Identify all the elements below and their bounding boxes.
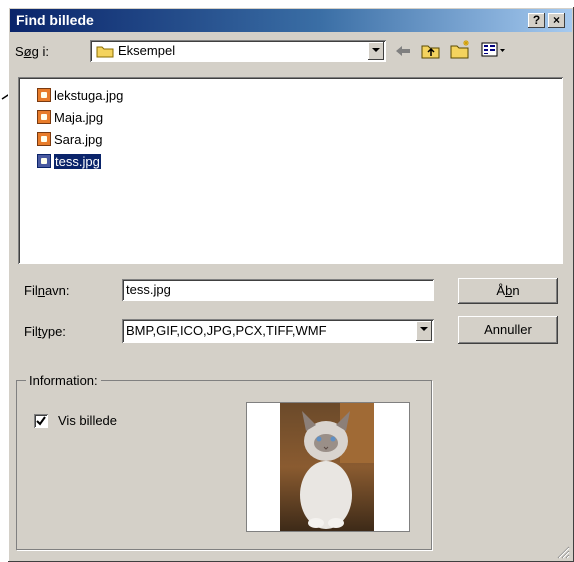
checkbox-check-icon xyxy=(36,416,46,426)
close-button[interactable]: × xyxy=(548,13,565,28)
filename-value: tess.jpg xyxy=(126,282,171,297)
filetype-dropdown-arrow[interactable] xyxy=(416,321,432,341)
folder-icon xyxy=(96,46,114,58)
file-name: tess.jpg xyxy=(53,152,102,170)
help-button[interactable]: ? xyxy=(528,13,545,28)
filetype-dropdown[interactable]: BMP,GIF,ICO,JPG,PCX,TIFF,WMF xyxy=(122,319,434,343)
file-list-item[interactable]: lekstuga.jpg xyxy=(37,85,123,105)
view-menu-icon[interactable] xyxy=(481,42,507,58)
open-button[interactable]: Åbn xyxy=(458,278,558,304)
file-list-item[interactable]: tess.jpg xyxy=(37,151,102,171)
new-folder-icon[interactable] xyxy=(450,39,472,59)
find-image-dialog: Find billede ? × Søg i: Eksempel lekstug… xyxy=(8,7,574,562)
resize-grip-icon[interactable] xyxy=(556,545,570,559)
look-in-value: Eksempel xyxy=(118,43,176,58)
file-image-icon xyxy=(37,88,51,102)
file-name: lekstuga.jpg xyxy=(54,87,124,103)
filename-input[interactable]: tess.jpg xyxy=(122,279,434,301)
look-in-label: Søg i: xyxy=(15,44,49,59)
file-image-icon xyxy=(37,132,51,146)
file-name: Sara.jpg xyxy=(54,131,103,147)
preview-checkbox-label: Vis billede xyxy=(58,413,118,428)
look-in-dropdown[interactable]: Eksempel xyxy=(90,40,386,62)
filetype-label: Filtype: xyxy=(24,324,66,339)
information-group-label: Information: xyxy=(26,373,101,388)
filename-label: Filnavn: xyxy=(24,283,70,298)
cancel-button[interactable]: Annuller xyxy=(458,316,558,344)
file-image-icon xyxy=(37,154,51,168)
filetype-value: BMP,GIF,ICO,JPG,PCX,TIFF,WMF xyxy=(126,323,327,338)
file-list-item[interactable]: Maja.jpg xyxy=(37,107,103,127)
back-arrow-icon[interactable] xyxy=(394,44,412,58)
cat-preview-image xyxy=(280,403,374,531)
file-list[interactable]: lekstuga.jpg Maja.jpg Sara.jpg tess.jpg xyxy=(18,77,563,264)
look-in-dropdown-arrow[interactable] xyxy=(368,42,384,60)
file-image-icon xyxy=(37,110,51,124)
image-preview-box xyxy=(246,402,410,532)
title-bar: Find billede ? × xyxy=(10,9,572,32)
file-name: Maja.jpg xyxy=(54,109,104,125)
dialog-title: Find billede xyxy=(16,12,94,28)
file-list-item[interactable]: Sara.jpg xyxy=(37,129,102,149)
preview-checkbox[interactable] xyxy=(34,414,48,428)
up-folder-icon[interactable] xyxy=(421,41,441,59)
